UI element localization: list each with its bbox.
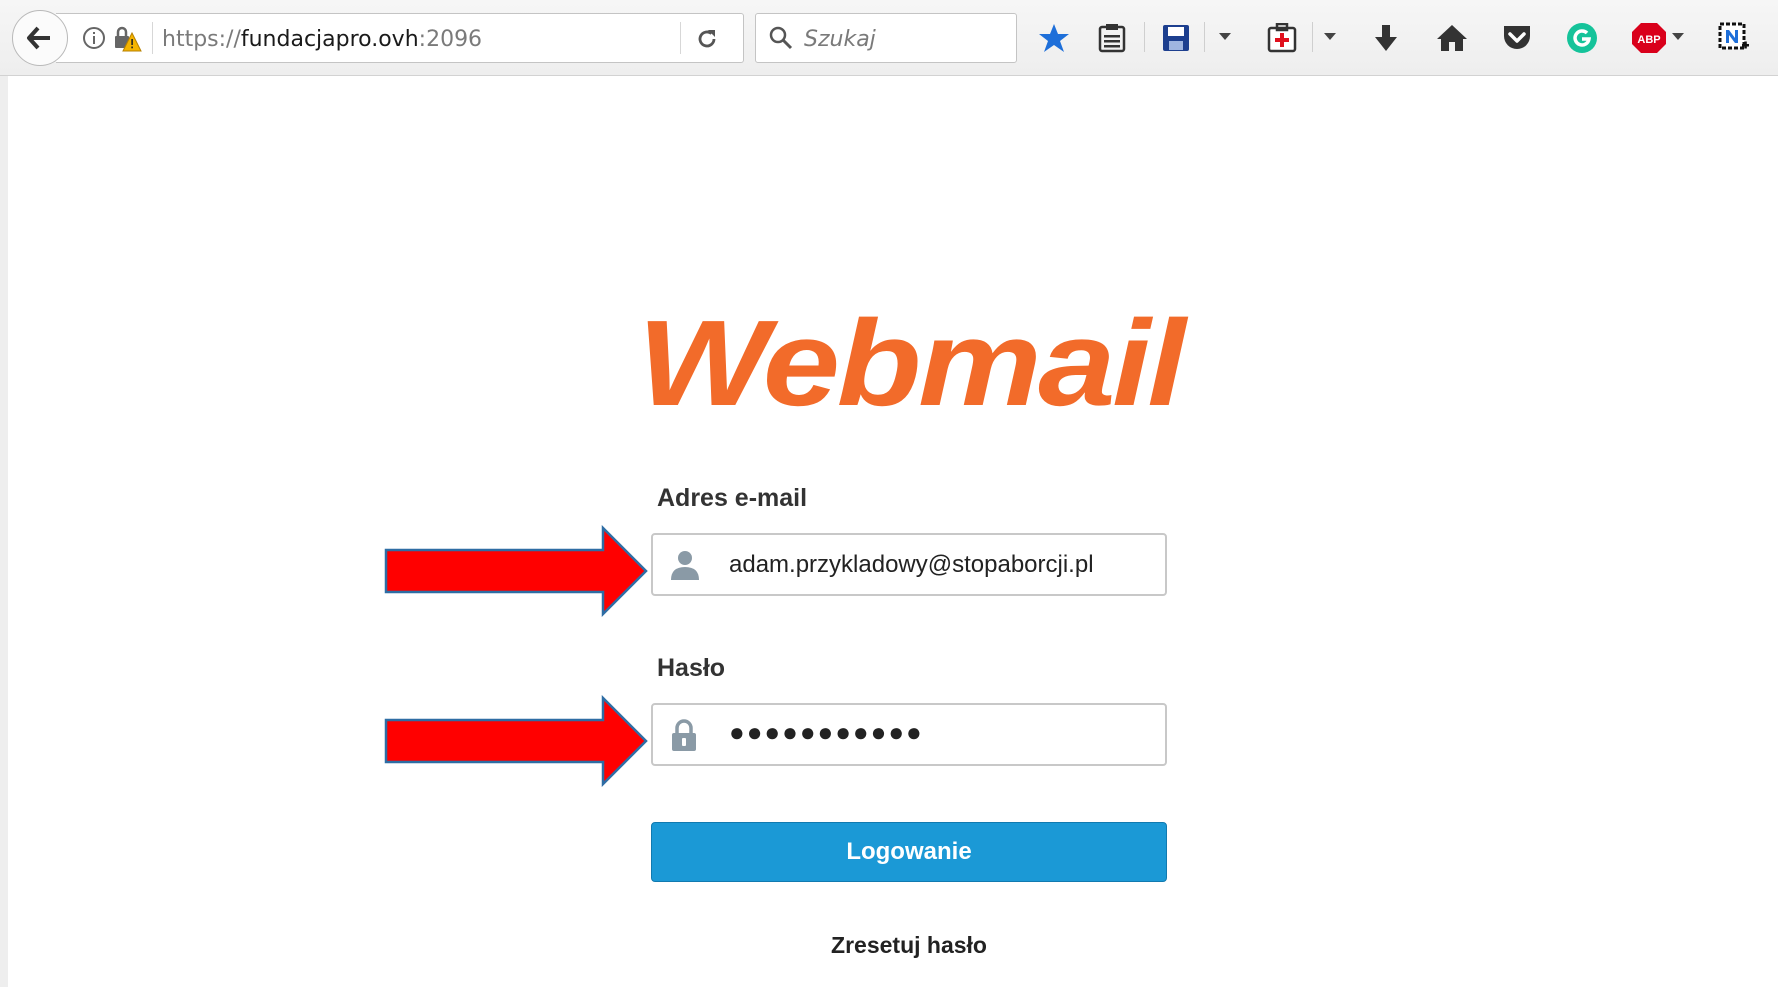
- password-field[interactable]: ●●●●●●●●●●●: [651, 703, 1167, 766]
- insecure-lock-icon[interactable]: [112, 25, 142, 58]
- password-label: Hasło: [657, 654, 726, 682]
- downloads-icon[interactable]: [1368, 20, 1404, 56]
- url-scheme: https://: [162, 27, 241, 52]
- adblock-label: ABP: [1637, 34, 1660, 46]
- home-icon[interactable]: [1434, 20, 1470, 56]
- addon-dropdown-icon[interactable]: [1324, 33, 1336, 40]
- webmail-logo: Webmail: [638, 312, 1191, 422]
- url-bar[interactable]: https://fundacjapro.ovh:2096: [56, 13, 744, 63]
- bookmark-star-icon[interactable]: [1036, 20, 1072, 56]
- reset-password-link[interactable]: Zresetuj hasło: [651, 932, 1167, 959]
- adblock-dropdown-icon[interactable]: [1672, 33, 1684, 40]
- url-port: :2096: [418, 27, 483, 52]
- email-value: adam.przykladowy@stopaborcji.pl: [729, 551, 1094, 578]
- save-page-icon[interactable]: [1158, 20, 1194, 56]
- reading-list-icon[interactable]: [1094, 20, 1130, 56]
- email-label: Adres e-mail: [657, 484, 808, 512]
- pocket-icon[interactable]: [1499, 20, 1535, 56]
- url-host: fundacjapro.ovh: [240, 27, 419, 52]
- urlbar-divider-right: [680, 22, 681, 54]
- url-text[interactable]: https://fundacjapro.ovh:2096: [162, 27, 482, 52]
- info-icon[interactable]: [82, 26, 106, 55]
- login-button[interactable]: Logowanie: [651, 822, 1167, 882]
- email-field[interactable]: adam.przykladowy@stopaborcji.pl: [651, 533, 1167, 596]
- window-left-edge: [0, 76, 8, 987]
- user-icon: [669, 549, 701, 586]
- padlock-icon: [669, 719, 699, 758]
- first-aid-addon-icon[interactable]: [1264, 20, 1300, 56]
- onenote-clipper-icon[interactable]: [1716, 20, 1752, 56]
- annotation-arrow-email: [384, 525, 648, 617]
- search-placeholder: Szukaj: [804, 27, 876, 52]
- save-dropdown-icon[interactable]: [1219, 33, 1231, 40]
- toolbar-divider: [1144, 22, 1145, 52]
- logo-text: Webmail: [638, 312, 1189, 422]
- adblock-plus-icon[interactable]: ABP: [1629, 20, 1669, 56]
- browser-toolbar: https://fundacjapro.ovh:2096 Szukaj ABP: [0, 0, 1778, 76]
- annotation-arrow-password: [384, 695, 648, 787]
- back-arrow-icon: [27, 26, 50, 50]
- toolbar-divider: [1204, 22, 1205, 52]
- back-button[interactable]: [12, 10, 68, 66]
- reload-icon[interactable]: [694, 26, 720, 57]
- password-value: ●●●●●●●●●●●: [729, 717, 924, 747]
- search-icon: [768, 25, 794, 56]
- grammarly-icon[interactable]: [1564, 20, 1600, 56]
- search-bar[interactable]: Szukaj: [755, 13, 1017, 63]
- toolbar-divider: [1312, 22, 1313, 52]
- urlbar-divider: [152, 22, 153, 54]
